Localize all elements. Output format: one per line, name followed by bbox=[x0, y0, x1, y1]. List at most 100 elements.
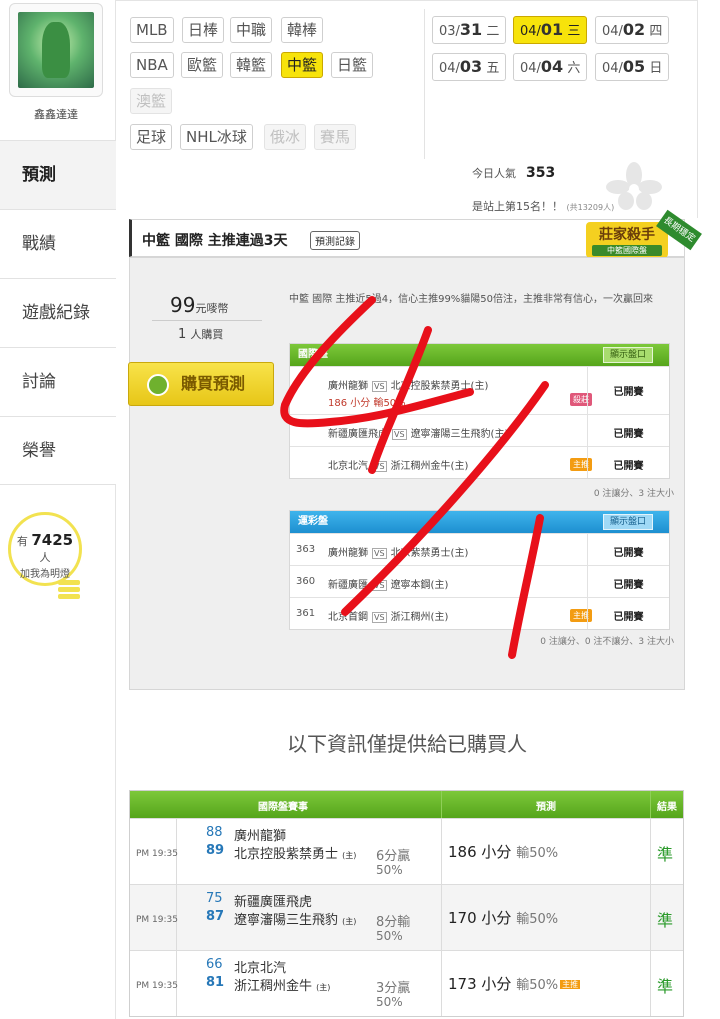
divider bbox=[650, 819, 651, 884]
sport-tab-cpbl[interactable]: 中職 bbox=[230, 17, 273, 43]
follow-label: 加我為明燈 bbox=[20, 569, 70, 580]
result-table: 國際盤賽事 預測 結果 PM 19:35 88 89 廣州龍獅 北京控股紫禁勇士… bbox=[129, 790, 684, 1017]
lightbulb-follow-button[interactable]: 有 7425 人 加我為明燈 bbox=[8, 512, 82, 586]
prediction-description: 中籃 國際 主推近5過4，信心主推99%貓陽50倍注，主推非常有信心，一次贏回來 bbox=[289, 294, 654, 305]
avatar[interactable] bbox=[9, 3, 103, 97]
buyer-count: 1 人購買 bbox=[178, 327, 224, 342]
table-row: PM 19:35 66 81 北京北汽 浙江稠州金牛 (主) 3分贏 50% 1… bbox=[130, 950, 683, 1016]
nav-item-honor[interactable]: 榮譽 bbox=[0, 416, 116, 485]
today-popularity: 今日人氣 353 bbox=[472, 165, 556, 181]
match-status: 已開賽 bbox=[587, 367, 669, 414]
sidebar: 鑫鑫達達 預測 戰績 遊戲紀錄 討論 榮譽 有 7425 人 加我為明燈 bbox=[0, 0, 116, 1019]
match-status: 已開賽 bbox=[587, 447, 669, 478]
divider bbox=[441, 791, 442, 818]
intl-table-header: 國際盤 顯示盤口 bbox=[290, 344, 669, 366]
divider bbox=[441, 885, 442, 950]
match-status: 已開賽 bbox=[587, 534, 669, 565]
sport-tab-au-basketball: 澳籃 bbox=[130, 88, 173, 114]
lottery-table-header: 運彩盤 顯示盤口 bbox=[290, 511, 669, 533]
date-0402[interactable]: 04/02 四 bbox=[595, 16, 670, 44]
match-teams: 新疆廣匯 VS 遼寧本鋼(主) bbox=[328, 580, 449, 591]
date-0403[interactable]: 04/03 五 bbox=[432, 53, 507, 81]
prediction-title: 中籃 國際 主推連過3天 bbox=[142, 233, 288, 249]
lottery-table-note: 0 注讓分、0 注不讓分、3 注大小 bbox=[540, 637, 674, 647]
page: 鑫鑫達達 預測 戰績 遊戲紀錄 討論 榮譽 有 7425 人 加我為明燈 MLB… bbox=[0, 0, 720, 1019]
match-row: 363 廣州龍獅 VS 北京紫禁勇士(主) 已開賽 bbox=[290, 533, 669, 565]
flower-decoration-icon bbox=[606, 162, 662, 210]
badge-label: 莊家殺手 中籃國際盤 bbox=[586, 222, 668, 258]
divider bbox=[650, 791, 651, 818]
lightbulb-icon bbox=[58, 580, 80, 608]
match-teams: 北京北汽 VS 浙江稠州金牛(主) bbox=[328, 461, 469, 472]
username[interactable]: 鑫鑫達達 bbox=[0, 106, 112, 122]
sport-tab-cba[interactable]: 中籃 bbox=[281, 52, 324, 78]
purchaser-notice: 以下資訊僅提供給已購買人 bbox=[287, 732, 527, 756]
match-teams: 廣州龍獅 VS 北京控股紫禁勇士(主) bbox=[328, 381, 489, 392]
prediction-record-button[interactable]: 預測記錄 bbox=[310, 231, 360, 250]
sport-tab-euro-basketball[interactable]: 歐籃 bbox=[181, 52, 224, 78]
sport-tab-nhl[interactable]: NHL冰球 bbox=[180, 124, 253, 150]
filter-panel: MLB 日棒 中職 韓棒 NBA 歐籃 韓籃 中籃 日籃 澳籃 足球 NHL冰球… bbox=[116, 0, 698, 218]
nav-item-record[interactable]: 戰績 bbox=[0, 209, 116, 278]
vs-icon: VS bbox=[372, 612, 387, 623]
prediction-value: 173 小分 輸50% 主推 bbox=[448, 975, 581, 993]
match-status: 已開賽 bbox=[587, 566, 669, 597]
sport-tab-jp-baseball[interactable]: 日棒 bbox=[182, 17, 225, 43]
coin-icon bbox=[147, 374, 169, 396]
date-0401[interactable]: 04/01 三 bbox=[513, 16, 588, 44]
avatar-image bbox=[18, 12, 94, 88]
vs-icon: VS bbox=[372, 461, 387, 472]
nav-item-discussion[interactable]: 討論 bbox=[0, 347, 116, 416]
divider bbox=[650, 951, 651, 1016]
result-value: 準 bbox=[657, 977, 674, 996]
buy-prediction-button[interactable]: 購買預測 bbox=[128, 362, 274, 406]
date-0404[interactable]: 04/04 六 bbox=[513, 53, 588, 81]
sidebar-nav: 預測 戰績 遊戲紀錄 討論 榮譽 bbox=[0, 140, 116, 485]
prediction-value: 170 小分 輸50% bbox=[448, 909, 559, 927]
vs-icon: VS bbox=[372, 580, 387, 591]
sport-tab-mlb[interactable]: MLB bbox=[130, 17, 174, 43]
sport-tab-kbo[interactable]: 韓棒 bbox=[281, 17, 324, 43]
match-status: 已開賽 bbox=[587, 598, 669, 629]
match-teams: 北京首鋼 VS 浙江稠州(主) bbox=[328, 612, 449, 623]
vs-icon: VS bbox=[392, 429, 407, 440]
show-odds-button[interactable]: 顯示盤口 bbox=[602, 514, 653, 530]
date-0405[interactable]: 04/05 日 bbox=[595, 53, 670, 81]
show-odds-button[interactable]: 顯示盤口 bbox=[602, 347, 653, 363]
sport-tab-jp-basketball[interactable]: 日籃 bbox=[331, 52, 374, 78]
nav-item-prediction[interactable]: 預測 bbox=[0, 140, 116, 209]
intl-table-note: 0 注讓分、3 注大小 bbox=[593, 489, 674, 499]
nav-item-game-log[interactable]: 遊戲紀錄 bbox=[0, 278, 116, 347]
result-value: 準 bbox=[657, 911, 674, 930]
divider bbox=[441, 819, 442, 884]
col-result: 結果 bbox=[657, 802, 677, 813]
divider bbox=[152, 320, 262, 321]
sport-tab-khl: 俄冰 bbox=[264, 124, 307, 150]
lottery-match-table: 運彩盤 顯示盤口 363 廣州龍獅 VS 北京紫禁勇士(主) 已開賽 360 新疆廣… bbox=[289, 510, 670, 630]
match-row: 361 北京首鋼 VS 浙江稠州(主) 主推 已開賽 bbox=[290, 597, 669, 629]
price: 99元嘜幣 bbox=[170, 293, 229, 317]
result-table-header: 國際盤賽事 預測 結果 bbox=[130, 791, 683, 818]
follower-count: 有 7425 人 bbox=[16, 531, 74, 564]
col-prediction: 預測 bbox=[536, 802, 556, 813]
sport-tab-kr-basketball[interactable]: 韓籃 bbox=[230, 52, 273, 78]
prediction-card: 99元嘜幣 1 人購買 中籃 國際 主推近5過4，信心主推99%貓陽50倍注，主… bbox=[129, 257, 685, 690]
table-row: PM 19:35 75 87 新疆廣匯飛虎 遼寧瀋陽三生飛豹 (主) 8分輸 5… bbox=[130, 884, 683, 950]
sport-tab-nba[interactable]: NBA bbox=[130, 52, 174, 78]
divider bbox=[441, 951, 442, 1016]
vs-icon: VS bbox=[372, 548, 387, 559]
intl-match-table: 國際盤 顯示盤口 廣州龍獅 VS 北京控股紫禁勇士(主) 186 小分 輸50% 殺… bbox=[289, 343, 670, 479]
divider bbox=[424, 9, 425, 159]
site-rank: 是站上第15名！！ (共13209人) bbox=[472, 200, 615, 213]
date-0331[interactable]: 03/31 二 bbox=[432, 16, 507, 44]
prediction-value: 186 小分 輸50% bbox=[448, 843, 559, 861]
match-row: 北京北汽 VS 浙江稠州金牛(主) 主推 已開賽 bbox=[290, 446, 669, 478]
sport-tab-soccer[interactable]: 足球 bbox=[130, 124, 173, 150]
sport-tab-horse-racing: 賽馬 bbox=[314, 124, 357, 150]
match-pick: 186 小分 輸50% bbox=[328, 398, 406, 409]
match-status: 已開賽 bbox=[587, 415, 669, 446]
match-teams: 新疆廣匯飛虎 VS 遼寧瀋陽三生飛豹(主) bbox=[328, 429, 509, 440]
match-row: 新疆廣匯飛虎 VS 遼寧瀋陽三生飛豹(主) 已開賽 bbox=[290, 414, 669, 446]
divider bbox=[650, 885, 651, 950]
vs-icon: VS bbox=[372, 381, 387, 392]
